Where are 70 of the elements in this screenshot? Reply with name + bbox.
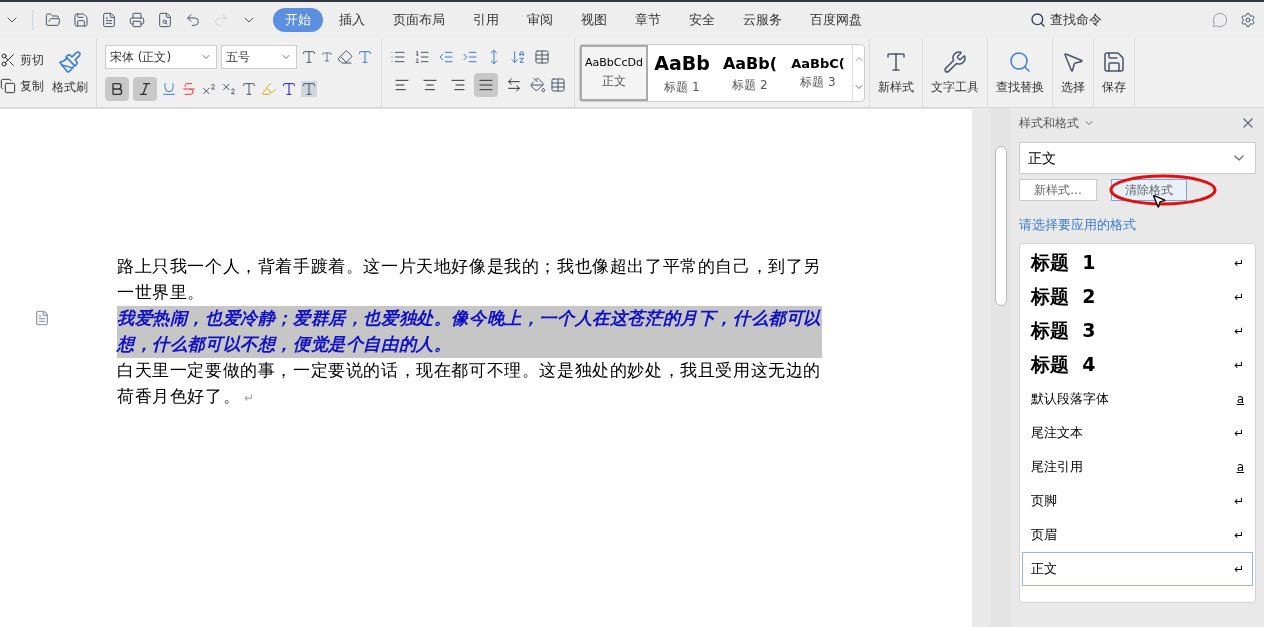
ribbon-tool-button[interactable]: 保存 (1094, 38, 1135, 107)
search-icon (1030, 12, 1046, 28)
cut-button[interactable]: 剪切 (0, 50, 44, 69)
print-preview-icon[interactable] (157, 12, 173, 28)
undo-icon[interactable] (185, 12, 201, 28)
style-list-item[interactable]: 标题 4 ↵ (1022, 347, 1253, 382)
strikethrough-icon[interactable] (181, 80, 197, 97)
shading-icon[interactable] (530, 76, 546, 93)
menu-tab[interactable]: 审阅 (515, 8, 565, 32)
font-family-dropdown[interactable]: 宋体 (正文) (105, 44, 217, 69)
italic-icon (137, 80, 153, 97)
document-paragraph: 路上只我一个人，背着手踱着。这一片天地好像是我的；我也像超出了平常的自己，到了另一世界里。 (117, 256, 822, 304)
style-gallery-item[interactable]: AaBb 标题 1 (648, 44, 716, 101)
menu-tab[interactable]: 引用 (461, 8, 511, 32)
printer-icon[interactable] (129, 12, 145, 28)
style-list-item[interactable]: 页脚 ↵ (1022, 483, 1253, 518)
style-list-item[interactable]: 正文 ↵ (1022, 551, 1253, 586)
ribbon-tool-button[interactable]: 新样式 (870, 38, 923, 107)
style-list-item[interactable]: 默认段落字体 a (1022, 381, 1253, 416)
bold-icon (109, 80, 125, 97)
sort-icon[interactable] (510, 48, 526, 65)
font-color-icon[interactable] (281, 80, 297, 97)
style-list-item[interactable]: 标题 3 ↵ (1022, 313, 1253, 348)
menu-tab[interactable]: 视图 (569, 8, 619, 32)
numbered-list-icon[interactable] (414, 48, 430, 65)
style-list-item[interactable]: 标题 2 ↵ (1022, 279, 1253, 314)
table-icon[interactable] (534, 48, 550, 65)
alignment-icon (506, 76, 522, 93)
bold-button[interactable] (105, 76, 129, 101)
underline-icon[interactable] (161, 80, 177, 97)
settings-icon[interactable] (1240, 12, 1256, 28)
menu-tab[interactable]: 安全 (677, 8, 727, 32)
format-painter-button[interactable]: 格式刷 (52, 49, 88, 96)
style-list-item[interactable]: 尾注引用 a (1022, 449, 1253, 484)
style-gallery-item[interactable]: AaBb( 标题 2 (716, 44, 784, 101)
document-paragraph: 白天里一定要做的事，一定要说的话，现在都可不理。这是独处的妙处，我且受用这无边的荷香月色好了。 ↵ (117, 360, 822, 408)
style-list-item[interactable]: 标题 1 ↵ (1022, 245, 1253, 280)
eraser-icon[interactable] (337, 48, 353, 65)
ribbon-tool-button[interactable]: 选择 (1053, 38, 1094, 107)
find-replace-icon (1008, 49, 1032, 74)
pane-title: 样式和格式 (1019, 115, 1079, 132)
copy-button[interactable]: 复制 (0, 76, 44, 95)
scrollbar-thumb[interactable] (994, 146, 1007, 306)
scissors-icon (0, 51, 16, 68)
command-search-field[interactable]: 查找命令 (1050, 10, 1140, 30)
alignment-button[interactable] (474, 72, 498, 97)
save-icon (1102, 49, 1126, 74)
ribbon-tool-button[interactable]: 文字工具 (923, 38, 988, 107)
folder-icon[interactable] (45, 12, 61, 28)
char-shading-icon[interactable] (301, 80, 317, 97)
save-icon[interactable] (73, 12, 89, 28)
style-list-item[interactable]: 页眉 ↵ (1022, 517, 1253, 552)
style-prompt: 请选择要应用的格式 (1019, 216, 1137, 234)
style-list-item[interactable]: 尾注文本 ↵ (1022, 415, 1253, 450)
style-gallery-item[interactable]: AaBbC( 标题 3 (784, 44, 852, 101)
text-tools-icon (943, 49, 967, 74)
style-gallery-item[interactable]: AaBbCcDd 正文 (580, 44, 648, 101)
copy-icon (0, 77, 16, 94)
menu-tab[interactable]: 云服务 (731, 8, 794, 32)
new-style-button[interactable]: 新样式... (1019, 179, 1097, 201)
menu-tab[interactable]: 页面布局 (381, 8, 457, 32)
current-style-dropdown[interactable]: 正文 (1019, 142, 1256, 174)
document-paragraph: 我爱热闹，也爱冷静；爱群居，也爱独处。像今晚上，一个人在这苍茫的月下，什么都可以想，什么都可以不想，便觉是个自由的人。 (117, 306, 822, 358)
menu-tab[interactable]: 章节 (623, 8, 673, 32)
paintbrush-icon (58, 49, 82, 74)
italic-button[interactable] (133, 76, 157, 101)
menu-tab[interactable]: 插入 (327, 8, 377, 32)
menu-tab[interactable]: 百度网盘 (798, 8, 874, 32)
font-size-dropdown[interactable]: 五号 (221, 44, 297, 69)
ribbon-tool-button[interactable]: 查找替换 (988, 38, 1053, 107)
